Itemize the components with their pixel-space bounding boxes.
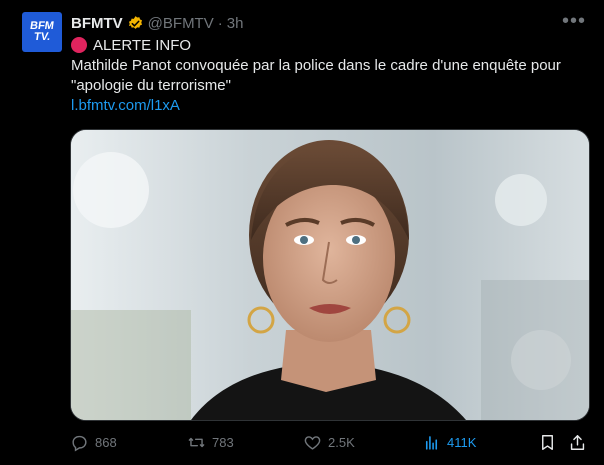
- repost-icon: [188, 437, 205, 447]
- more-options-icon[interactable]: •••: [562, 11, 586, 31]
- verified-badge-icon: [128, 15, 142, 29]
- action-bar: 868 783 2.5K 411K: [70, 430, 590, 454]
- reply-button[interactable]: 868: [70, 433, 117, 452]
- views-button[interactable]: 411K: [422, 433, 476, 452]
- avatar[interactable]: BFM TV.: [22, 12, 62, 52]
- tweet-text: ALERTE INFO Mathilde Panot convoquée par…: [71, 36, 591, 116]
- like-count: 2.5K: [328, 434, 355, 450]
- share-icon: [570, 434, 585, 450]
- heart-icon: [304, 435, 321, 450]
- bookmark-button[interactable]: [538, 433, 563, 452]
- portrait-photo: [71, 130, 589, 420]
- views-bar-chart-icon: [425, 435, 438, 450]
- reply-icon: [72, 435, 87, 452]
- tweet-link[interactable]: l.bfmtv.com/l1xA: [71, 96, 591, 116]
- body-line-2: "apologie du terrorisme": [71, 77, 231, 94]
- views-count: 411K: [447, 434, 477, 450]
- alert-label: ALERTE INFO: [93, 37, 192, 54]
- share-button[interactable]: [568, 433, 593, 452]
- repost-button[interactable]: 783: [187, 433, 234, 452]
- timestamp[interactable]: 3h: [227, 15, 244, 32]
- tweet-header: BFMTV @BFMTV · 3h: [71, 13, 243, 33]
- author-name[interactable]: BFMTV: [71, 15, 123, 32]
- red-circle-icon: [71, 37, 87, 53]
- like-button[interactable]: 2.5K: [303, 433, 355, 452]
- author-handle[interactable]: @BFMTV: [148, 15, 214, 32]
- avatar-logo-line1: BFM: [29, 20, 55, 32]
- avatar-logo-line2: TV.: [33, 31, 51, 43]
- repost-count: 783: [212, 434, 234, 450]
- alert-line: ALERTE INFO: [71, 36, 591, 56]
- reply-count: 868: [95, 434, 117, 450]
- bookmark-icon: [542, 434, 553, 450]
- tweet-photo[interactable]: [70, 129, 590, 421]
- separator-dot: ·: [217, 14, 223, 32]
- body-line-1: Mathilde Panot convoquée par la police d…: [71, 57, 561, 74]
